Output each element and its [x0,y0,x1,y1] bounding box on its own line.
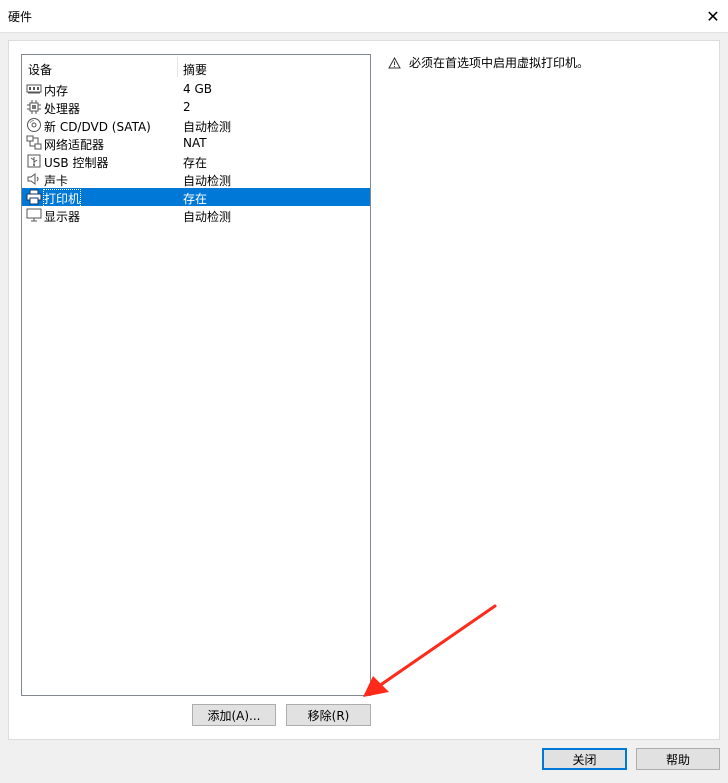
device-row-printer[interactable]: 打印机 存在 [22,188,370,208]
close-icon[interactable]: ✕ [698,0,728,32]
annotation-arrow-icon [363,604,497,697]
device-list[interactable]: 设备 摘要 内存 4 GB 处理器 2 新 CD/DVD (SATA) 自动检测 [21,54,371,696]
list-header: 设备 摘要 [22,55,370,79]
device-row-network-adapter[interactable]: 网络适配器 NAT [22,134,370,152]
sound-card-icon [26,171,42,187]
device-summary: 自动检测 [183,120,232,134]
processor-icon [26,99,42,115]
device-name: USB 控制器 [44,156,109,170]
device-row-display[interactable]: 显示器 自动检测 [22,206,370,224]
device-summary: 4 GB [183,82,212,96]
device-summary: 存在 [183,192,208,206]
column-separator[interactable] [177,57,178,77]
help-button[interactable]: 帮助 [636,748,720,770]
device-name: 内存 [44,84,69,98]
device-row-sound-card[interactable]: 声卡 自动检测 [22,170,370,188]
device-rows: 内存 4 GB 处理器 2 新 CD/DVD (SATA) 自动检测 网络适配器… [22,80,370,224]
cd-dvd-icon [26,117,42,133]
device-row-cd-dvd[interactable]: 新 CD/DVD (SATA) 自动检测 [22,116,370,134]
warning-icon [388,56,401,68]
device-name: 声卡 [44,174,69,188]
usb-controller-icon [26,153,42,169]
device-row-usb-controller[interactable]: USB 控制器 存在 [22,152,370,170]
memory-icon [26,81,42,97]
device-name: 处理器 [44,102,81,116]
device-summary: NAT [183,136,207,150]
warning-text: 必须在首选项中启用虚拟打印机。 [409,56,590,70]
column-header-device[interactable]: 设备 [28,61,52,78]
close-button[interactable]: 关闭 [542,748,627,770]
device-summary: 自动检测 [183,210,232,224]
window-title: 硬件 [8,10,33,24]
device-summary: 自动检测 [183,174,232,188]
device-name: 显示器 [44,210,81,224]
device-summary: 存在 [183,156,208,170]
title-bar: 硬件 ✕ [0,0,728,33]
remove-button[interactable]: 移除(R) [286,704,371,726]
device-name: 新 CD/DVD (SATA) [44,120,151,134]
device-name: 打印机 [42,189,82,208]
display-icon [26,207,42,223]
printer-warning: 必须在首选项中启用虚拟打印机。 [388,54,589,71]
network-adapter-icon [26,135,42,151]
add-button[interactable]: 添加(A)... [192,704,276,726]
device-summary: 2 [183,100,191,114]
device-row-memory[interactable]: 内存 4 GB [22,80,370,98]
device-row-processor[interactable]: 处理器 2 [22,98,370,116]
printer-icon [26,189,42,205]
column-header-summary[interactable]: 摘要 [183,61,207,78]
device-name: 网络适配器 [44,138,105,152]
